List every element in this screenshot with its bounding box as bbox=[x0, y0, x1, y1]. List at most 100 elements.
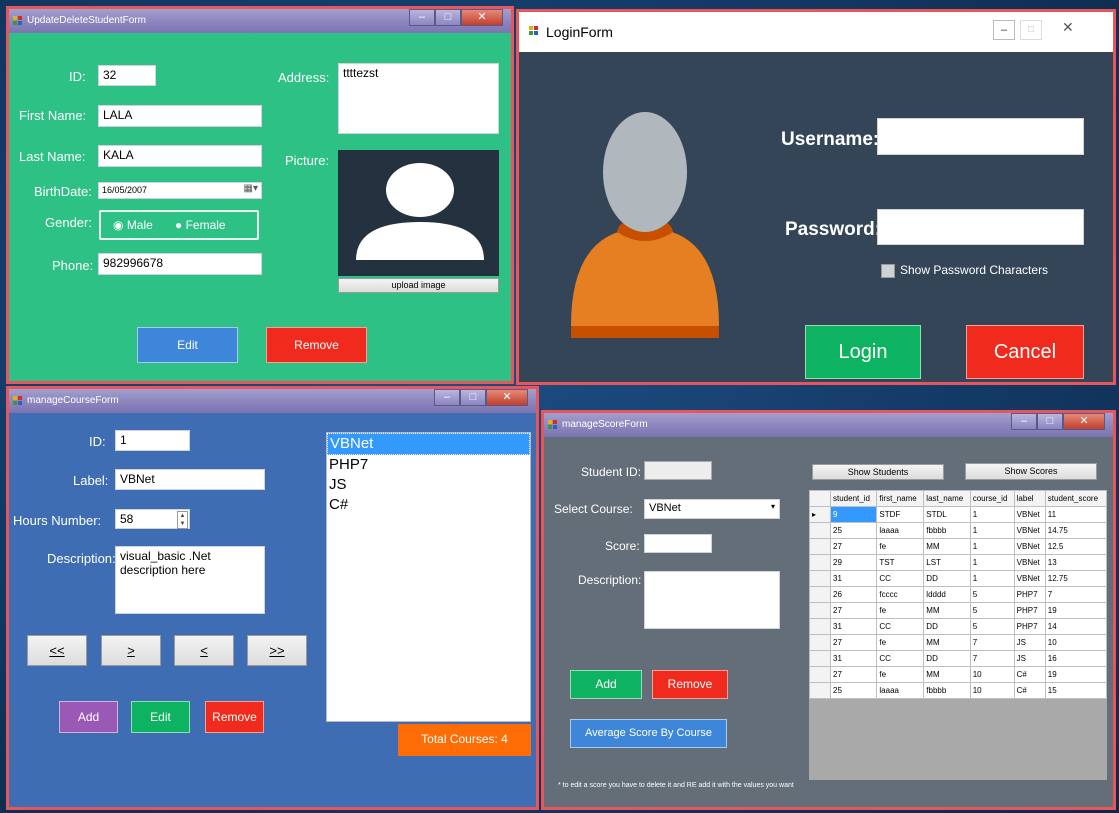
average-score-button[interactable]: Average Score By Course bbox=[570, 719, 727, 748]
table-cell[interactable]: 19 bbox=[1044, 666, 1107, 683]
table-cell[interactable]: MM bbox=[923, 602, 971, 619]
row-selector-icon[interactable] bbox=[809, 586, 831, 603]
table-cell[interactable]: TST bbox=[876, 554, 925, 571]
table-cell[interactable]: 13 bbox=[1044, 554, 1107, 571]
table-cell[interactable]: 15 bbox=[1044, 682, 1107, 699]
close-icon[interactable]: ✕ bbox=[1062, 19, 1074, 36]
table-cell[interactable]: MM bbox=[923, 634, 971, 651]
table-row[interactable]: ▸ 9 STDF STDL 1 VBNet 11 bbox=[809, 506, 1107, 523]
female-radio[interactable]: ● Female bbox=[175, 218, 226, 232]
table-cell[interactable]: 19 bbox=[1044, 602, 1107, 619]
table-cell[interactable]: PHP7 bbox=[1013, 586, 1046, 603]
table-cell[interactable]: 31 bbox=[829, 650, 878, 667]
table-row[interactable]: 27 fe MM 7 JS 10 bbox=[809, 634, 1107, 651]
cancel-button[interactable]: Cancel bbox=[966, 325, 1084, 379]
close-icon[interactable]: ✕ bbox=[1063, 413, 1105, 430]
table-cell[interactable]: 5 bbox=[969, 586, 1015, 603]
table-cell[interactable]: C# bbox=[1013, 682, 1046, 699]
table-cell[interactable]: 1 bbox=[969, 570, 1015, 587]
table-row[interactable]: 31 CC DD 1 VBNet 12.75 bbox=[809, 570, 1107, 587]
maximize-icon[interactable]: □ bbox=[435, 9, 461, 26]
course-select[interactable]: VBNet ▾ bbox=[644, 499, 780, 519]
column-header[interactable]: last_name bbox=[923, 490, 971, 507]
close-icon[interactable]: ✕ bbox=[486, 389, 528, 406]
table-cell[interactable]: 27 bbox=[829, 538, 878, 555]
row-selector-icon[interactable] bbox=[809, 634, 831, 651]
spin-arrows-icon[interactable]: ▲ ▼ bbox=[177, 511, 188, 529]
table-cell[interactable]: DD bbox=[923, 570, 971, 587]
student-id-input[interactable] bbox=[644, 461, 712, 480]
first-record-button[interactable]: << bbox=[27, 635, 87, 666]
birthdate-picker[interactable]: 16/05/2007 ▦▾ bbox=[98, 182, 262, 199]
courses-listbox[interactable]: VBNet PHP7 JS C# bbox=[326, 432, 531, 722]
column-header[interactable]: first_name bbox=[876, 490, 925, 507]
table-cell[interactable]: 27 bbox=[829, 666, 878, 683]
table-cell[interactable]: DD bbox=[923, 650, 971, 667]
table-cell[interactable]: VBNet bbox=[1013, 538, 1046, 555]
table-cell[interactable]: fe bbox=[876, 538, 925, 555]
row-selector-icon[interactable] bbox=[809, 602, 831, 619]
course-list-item[interactable]: JS bbox=[327, 475, 530, 495]
course-list-item[interactable]: C# bbox=[327, 495, 530, 515]
last-record-button[interactable]: >> bbox=[247, 635, 307, 666]
maximize-icon[interactable]: □ bbox=[1020, 20, 1042, 40]
show-password-checkbox[interactable] bbox=[881, 264, 895, 278]
previous-record-button[interactable]: < bbox=[174, 635, 234, 666]
table-cell[interactable]: 11 bbox=[1044, 506, 1107, 523]
row-selector-icon[interactable] bbox=[809, 522, 831, 539]
first-name-input[interactable]: LALA bbox=[98, 105, 262, 127]
table-cell[interactable]: STDL bbox=[923, 506, 971, 523]
column-header[interactable]: student_score bbox=[1044, 490, 1107, 507]
table-row[interactable]: 25 laaaa fbbbb 10 C# 15 bbox=[809, 682, 1107, 699]
table-cell[interactable]: JS bbox=[1013, 634, 1046, 651]
table-cell[interactable]: 14 bbox=[1044, 618, 1107, 635]
course-id-input[interactable]: 1 bbox=[115, 430, 190, 451]
male-radio[interactable]: ◉ Male bbox=[113, 218, 153, 232]
table-cell[interactable]: 12.75 bbox=[1044, 570, 1107, 587]
table-cell[interactable]: 1 bbox=[969, 506, 1015, 523]
table-cell[interactable]: 31 bbox=[829, 618, 878, 635]
row-selector-icon[interactable] bbox=[809, 682, 831, 699]
table-cell[interactable]: 29 bbox=[829, 554, 878, 571]
table-cell[interactable]: 14.75 bbox=[1044, 522, 1107, 539]
course-list-item[interactable]: VBNet bbox=[327, 433, 530, 455]
table-cell[interactable]: 7 bbox=[1044, 586, 1107, 603]
table-cell[interactable]: JS bbox=[1013, 650, 1046, 667]
table-cell[interactable]: fe bbox=[876, 666, 925, 683]
table-cell[interactable]: C# bbox=[1013, 666, 1046, 683]
table-cell[interactable]: fcccc bbox=[876, 586, 925, 603]
row-selector-icon[interactable] bbox=[809, 650, 831, 667]
next-record-button[interactable]: > bbox=[101, 635, 161, 666]
minimize-icon[interactable]: – bbox=[1011, 413, 1037, 430]
table-row[interactable]: 31 CC DD 7 JS 16 bbox=[809, 650, 1107, 667]
table-cell[interactable]: 10 bbox=[969, 666, 1015, 683]
table-cell[interactable]: 1 bbox=[969, 522, 1015, 539]
table-cell[interactable]: 10 bbox=[969, 682, 1015, 699]
table-row[interactable]: 25 laaaa fbbbb 1 VBNet 14.75 bbox=[809, 522, 1107, 539]
score-description-input[interactable] bbox=[644, 571, 780, 629]
description-input[interactable]: visual_basic .Net description here bbox=[115, 546, 265, 614]
column-header[interactable]: student_id bbox=[829, 490, 878, 507]
table-cell[interactable]: 5 bbox=[969, 602, 1015, 619]
course-list-item[interactable]: PHP7 bbox=[327, 455, 530, 475]
table-row[interactable]: 27 fe MM 5 PHP7 19 bbox=[809, 602, 1107, 619]
row-selector-icon[interactable] bbox=[809, 554, 831, 571]
table-cell[interactable]: 31 bbox=[829, 570, 878, 587]
edit-course-button[interactable]: Edit bbox=[131, 701, 190, 733]
id-input[interactable]: 32 bbox=[98, 65, 156, 86]
table-cell[interactable]: VBNet bbox=[1013, 506, 1046, 523]
password-input[interactable] bbox=[877, 209, 1084, 245]
login-button[interactable]: Login bbox=[805, 325, 921, 379]
dropdown-arrow-icon[interactable]: ▾ bbox=[771, 502, 775, 511]
table-cell[interactable]: CC bbox=[876, 650, 925, 667]
table-cell[interactable]: 10 bbox=[1044, 634, 1107, 651]
table-cell[interactable]: CC bbox=[876, 618, 925, 635]
table-cell[interactable]: VBNet bbox=[1013, 554, 1046, 571]
close-icon[interactable]: ✕ bbox=[461, 9, 503, 26]
maximize-icon[interactable]: □ bbox=[1037, 413, 1063, 430]
table-row[interactable]: 26 fcccc ldddd 5 PHP7 7 bbox=[809, 586, 1107, 603]
table-cell[interactable]: 25 bbox=[829, 522, 878, 539]
calendar-dropdown-icon[interactable]: ▦▾ bbox=[244, 183, 258, 194]
row-selector-icon[interactable] bbox=[809, 538, 831, 555]
table-cell[interactable]: CC bbox=[876, 570, 925, 587]
